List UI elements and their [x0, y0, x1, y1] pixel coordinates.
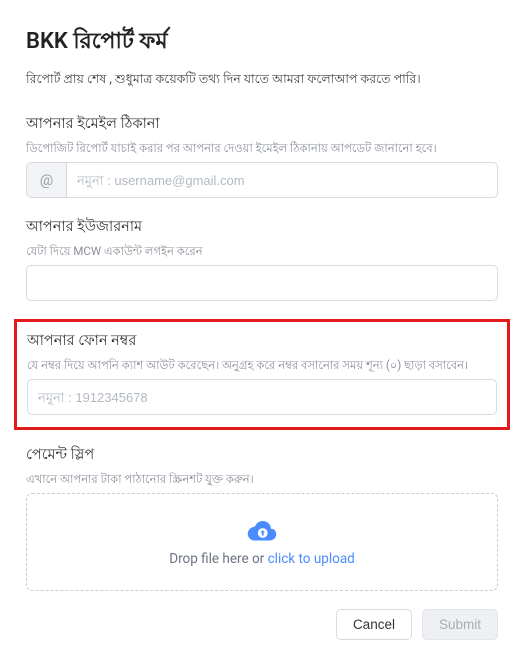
dropzone-upload-link[interactable]: click to upload — [268, 551, 355, 567]
email-field[interactable] — [67, 163, 497, 197]
phone-input-wrap — [27, 379, 497, 415]
slip-field-group: পেমেন্ট স্লিপ এখানে আপনার টাকা পাঠানোর স… — [26, 444, 498, 591]
username-label: আপনার ইউজারনাম — [26, 216, 498, 240]
username-help: যেটা দিয়ে MCW একাউন্ট লগইন করেন — [26, 243, 498, 259]
username-field[interactable] — [27, 266, 497, 300]
email-input-wrap: @ — [26, 162, 498, 198]
slip-label: পেমেন্ট স্লিপ — [26, 444, 498, 468]
phone-field[interactable] — [28, 380, 496, 414]
dropzone-text-static: Drop file here or — [169, 551, 267, 567]
page-subtitle: রিপোর্ট প্রায় শেষ , শুধুমাত্র কয়েকটি ত… — [26, 71, 498, 91]
email-label: আপনার ইমেইল ঠিকানা — [26, 113, 498, 137]
file-dropzone[interactable]: Drop file here or click to upload — [26, 493, 498, 591]
slip-help: এখানে আপনার টাকা পাঠানোর স্ক্রিনশট যুক্ত… — [26, 471, 498, 487]
dropzone-text: Drop file here or click to upload — [169, 551, 355, 567]
page-title: BKK রিপোর্ট ফর্ম — [26, 24, 498, 61]
username-input-wrap — [26, 265, 498, 301]
submit-button[interactable]: Submit — [422, 609, 498, 640]
form-actions: Cancel Submit — [26, 609, 498, 640]
username-field-group: আপনার ইউজারনাম যেটা দিয়ে MCW একাউন্ট লগ… — [26, 216, 498, 301]
cloud-upload-icon — [247, 517, 277, 543]
email-field-group: আপনার ইমেইল ঠিকানা ডিপোজিট রিপোর্ট যাচাই… — [26, 113, 498, 198]
email-help: ডিপোজিট রিপোর্ট যাচাই করার পর আপনার দেওয… — [26, 140, 498, 156]
phone-label: আপনার ফোন নম্বর — [27, 330, 497, 354]
phone-help: যে নম্বর দিয়ে আপনি ক্যাশ আউট করেছেন। অন… — [27, 357, 497, 373]
cancel-button[interactable]: Cancel — [336, 609, 412, 640]
at-icon: @ — [27, 163, 67, 197]
phone-field-group: আপনার ফোন নম্বর যে নম্বর দিয়ে আপনি ক্যা… — [14, 319, 510, 430]
